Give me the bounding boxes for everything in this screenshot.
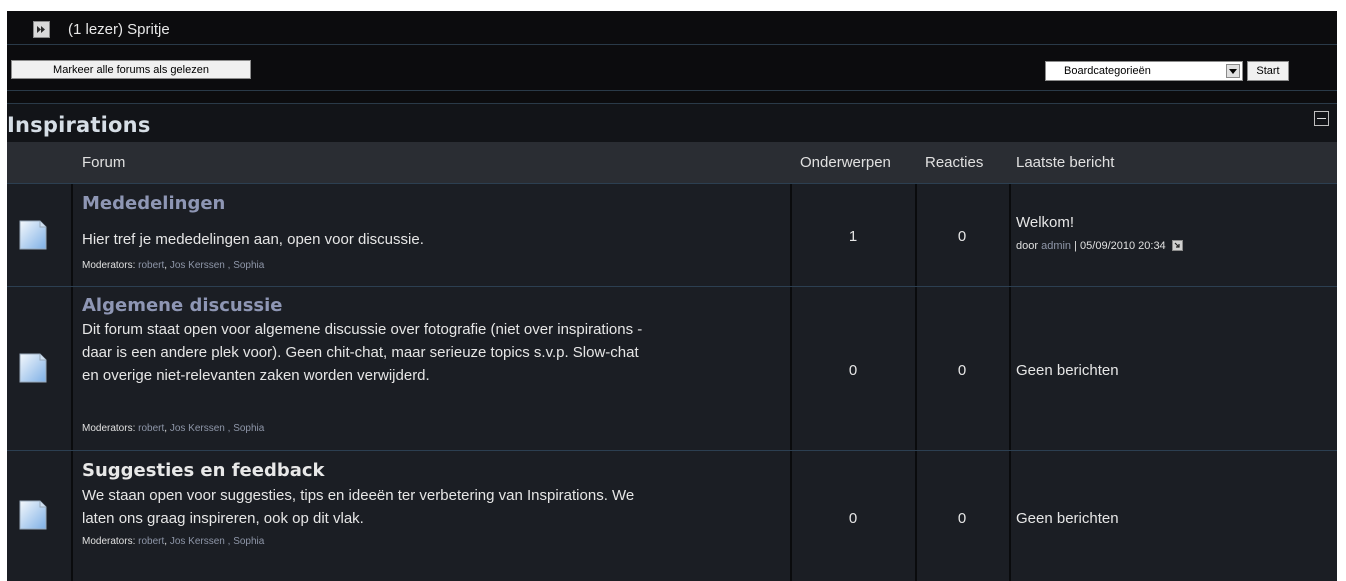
mark-all-read-button[interactable]: Markeer alle forums als gelezen bbox=[11, 60, 251, 79]
forum-document-icon bbox=[19, 220, 47, 250]
replies-count: 0 bbox=[957, 228, 967, 245]
column-last-post: Laatste bericht bbox=[1016, 154, 1115, 171]
moderator-link[interactable]: , Sophia bbox=[228, 423, 265, 434]
column-forum: Forum bbox=[82, 154, 126, 171]
forum-title-algemene-discussie[interactable]: Algemene discussie bbox=[82, 295, 283, 316]
forum-row: Algemene discussie Dit forum staat open … bbox=[7, 286, 1337, 451]
forum-description: Hier tref je mededelingen aan, open voor… bbox=[82, 231, 424, 248]
category-inspirations: Inspirations Forum Onderwerpen Reacties … bbox=[7, 103, 1337, 581]
moderator-link[interactable]: Jos Kerssen bbox=[170, 536, 225, 547]
goto-last-post-icon[interactable] bbox=[1171, 240, 1183, 251]
category-title[interactable]: Inspirations bbox=[7, 113, 151, 137]
chevron-down-icon[interactable] bbox=[1226, 64, 1240, 78]
moderator-link[interactable]: , Sophia bbox=[228, 536, 265, 547]
forum-row: Suggesties en feedback We staan open voo… bbox=[7, 450, 1337, 581]
last-post-none: Geen berichten bbox=[1016, 510, 1119, 527]
moderators-list: Moderators: robert, Jos Kerssen , Sophia bbox=[82, 536, 265, 547]
board-category-select[interactable]: Boardcategorieën bbox=[1045, 61, 1243, 81]
viewer-text: (1 lezer) Spritje bbox=[68, 21, 170, 38]
category-header: Inspirations bbox=[7, 104, 1337, 142]
moderator-link[interactable]: Jos Kerssen bbox=[170, 423, 225, 434]
last-post-user-link[interactable]: admin bbox=[1041, 240, 1071, 252]
forum-description: We staan open voor suggesties, tips en i… bbox=[82, 487, 635, 527]
last-post-none: Geen berichten bbox=[1016, 362, 1119, 379]
double-arrow-right-icon[interactable] bbox=[33, 21, 50, 38]
start-button[interactable]: Start bbox=[1247, 61, 1289, 81]
select-value: Boardcategorieën bbox=[1064, 65, 1151, 77]
topics-count: 0 bbox=[848, 362, 858, 379]
forum-row: Mededelingen Hier tref je mededelingen a… bbox=[7, 183, 1337, 287]
forum-document-icon bbox=[19, 500, 47, 530]
forum-title-mededelingen[interactable]: Mededelingen bbox=[82, 193, 225, 214]
moderator-link[interactable]: robert bbox=[138, 260, 164, 271]
forum-page: (1 lezer) Spritje Markeer alle forums al… bbox=[7, 11, 1337, 581]
column-replies: Reacties bbox=[925, 154, 984, 171]
column-topics: Onderwerpen bbox=[800, 154, 891, 171]
forum-document-icon bbox=[19, 353, 47, 383]
moderators-list: Moderators: robert, Jos Kerssen , Sophia bbox=[82, 423, 265, 434]
collapse-minus-icon[interactable] bbox=[1314, 111, 1329, 126]
moderator-link[interactable]: , Sophia bbox=[228, 260, 265, 271]
moderator-link[interactable]: Jos Kerssen bbox=[170, 260, 225, 271]
topics-count: 0 bbox=[848, 510, 858, 527]
column-header-row: Forum Onderwerpen Reacties Laatste beric… bbox=[7, 142, 1337, 183]
last-post-title[interactable]: Welkom! bbox=[1016, 214, 1074, 231]
moderators-list: Moderators: robert, Jos Kerssen , Sophia bbox=[82, 260, 265, 271]
viewers-row: (1 lezer) Spritje bbox=[7, 11, 1337, 45]
topics-count: 1 bbox=[848, 228, 858, 245]
action-bar: Markeer alle forums als gelezen Boardcat… bbox=[7, 45, 1337, 91]
forum-description: Dit forum staat open voor algemene discu… bbox=[82, 321, 643, 384]
replies-count: 0 bbox=[957, 362, 967, 379]
last-post-meta: door admin | 05/09/2010 20:34 bbox=[1016, 240, 1183, 252]
moderator-link[interactable]: robert bbox=[138, 536, 164, 547]
replies-count: 0 bbox=[957, 510, 967, 527]
forum-title-suggesties-en-feedback[interactable]: Suggesties en feedback bbox=[82, 460, 325, 481]
moderator-link[interactable]: robert bbox=[138, 423, 164, 434]
